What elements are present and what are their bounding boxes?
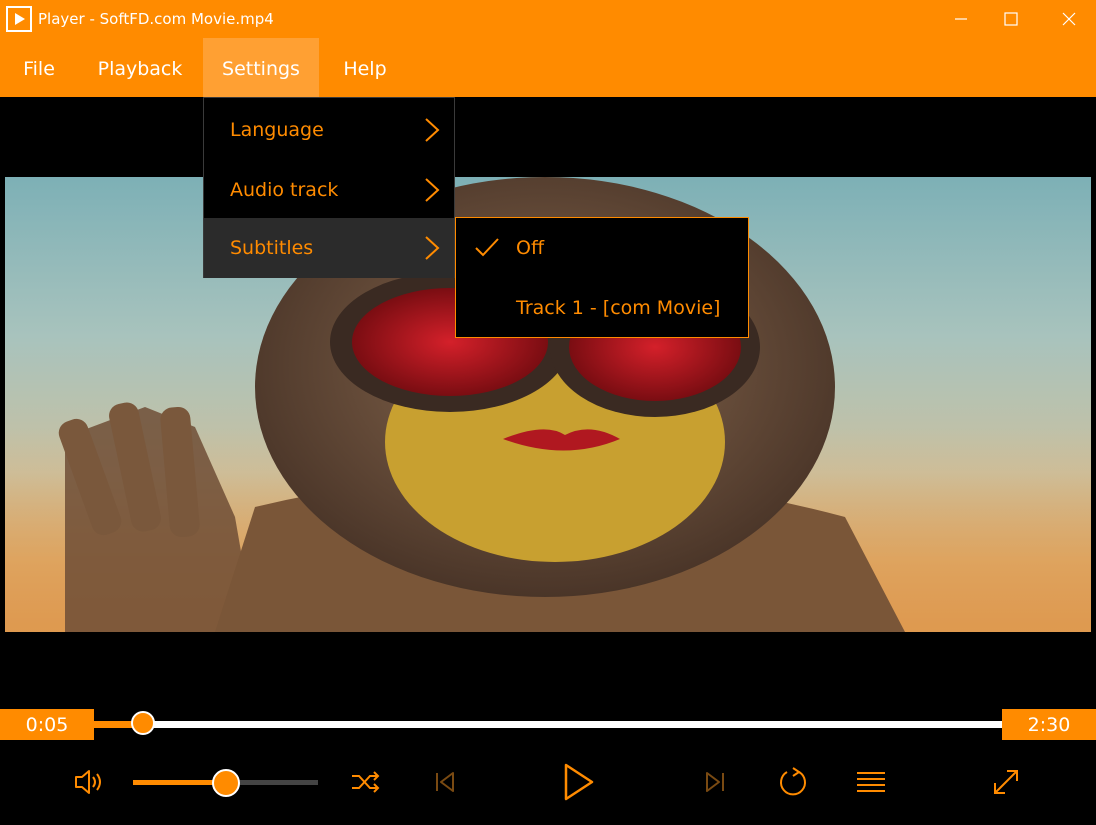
repeat-button[interactable] (775, 764, 811, 800)
playlist-icon (857, 772, 885, 792)
volume-button[interactable] (72, 766, 108, 798)
next-icon (706, 772, 724, 792)
app-play-icon (6, 6, 32, 32)
menu-bar: File Playback Settings Help (0, 38, 1096, 97)
fullscreen-icon (994, 770, 1018, 794)
menu-file[interactable]: File (10, 38, 68, 97)
menu-item-label: Language (230, 119, 324, 141)
menu-playback[interactable]: Playback (88, 38, 192, 97)
window-title: Player - SoftFD.com Movie.mp4 (38, 10, 274, 28)
maximize-icon (1004, 12, 1018, 26)
fullscreen-button[interactable] (988, 764, 1024, 800)
playlist-button[interactable] (854, 768, 888, 796)
minimize-icon (955, 18, 967, 20)
settings-dropdown: Language Audio track Subtitles (203, 97, 455, 278)
volume-slider[interactable] (133, 769, 318, 797)
maximize-button[interactable] (988, 0, 1034, 38)
current-time: 0:05 (0, 709, 94, 740)
subtitle-option-label: Track 1 - [com Movie] (516, 297, 721, 319)
seek-thumb[interactable] (131, 711, 155, 735)
chevron-right-icon (425, 236, 440, 260)
subtitles-submenu: Off Track 1 - [com Movie] (455, 217, 749, 338)
close-button[interactable] (1046, 0, 1092, 38)
seek-track[interactable] (94, 711, 1002, 735)
minimize-button[interactable] (938, 0, 984, 38)
menu-settings[interactable]: Settings (203, 38, 319, 97)
subtitle-option-off[interactable]: Off (456, 218, 748, 278)
menu-item-audio-track[interactable]: Audio track (204, 160, 454, 220)
shuffle-icon (352, 771, 380, 793)
close-icon (1062, 12, 1076, 26)
menu-item-language[interactable]: Language (204, 100, 454, 160)
volume-thumb[interactable] (212, 769, 240, 797)
menu-item-label: Subtitles (230, 237, 314, 259)
checkmark-icon (475, 238, 499, 257)
menu-item-label: Audio track (230, 179, 339, 201)
previous-button[interactable] (430, 768, 460, 796)
title-bar: Player - SoftFD.com Movie.mp4 (0, 0, 1096, 38)
subtitle-option-label: Off (516, 237, 545, 259)
total-time: 2:30 (1002, 709, 1096, 740)
previous-icon (436, 772, 454, 792)
play-icon (564, 763, 594, 801)
next-button[interactable] (700, 768, 730, 796)
volume-icon (75, 770, 101, 794)
repeat-icon (780, 767, 806, 796)
shuffle-button[interactable] (348, 768, 384, 796)
menu-help[interactable]: Help (330, 38, 400, 97)
chevron-right-icon (425, 118, 440, 142)
play-button[interactable] (558, 760, 598, 804)
seek-bar: 0:05 2:30 (0, 709, 1096, 740)
chevron-right-icon (425, 178, 440, 202)
control-bar (0, 740, 1096, 825)
subtitle-option-track-1[interactable]: Track 1 - [com Movie] (456, 278, 748, 338)
menu-item-subtitles[interactable]: Subtitles (204, 218, 454, 278)
